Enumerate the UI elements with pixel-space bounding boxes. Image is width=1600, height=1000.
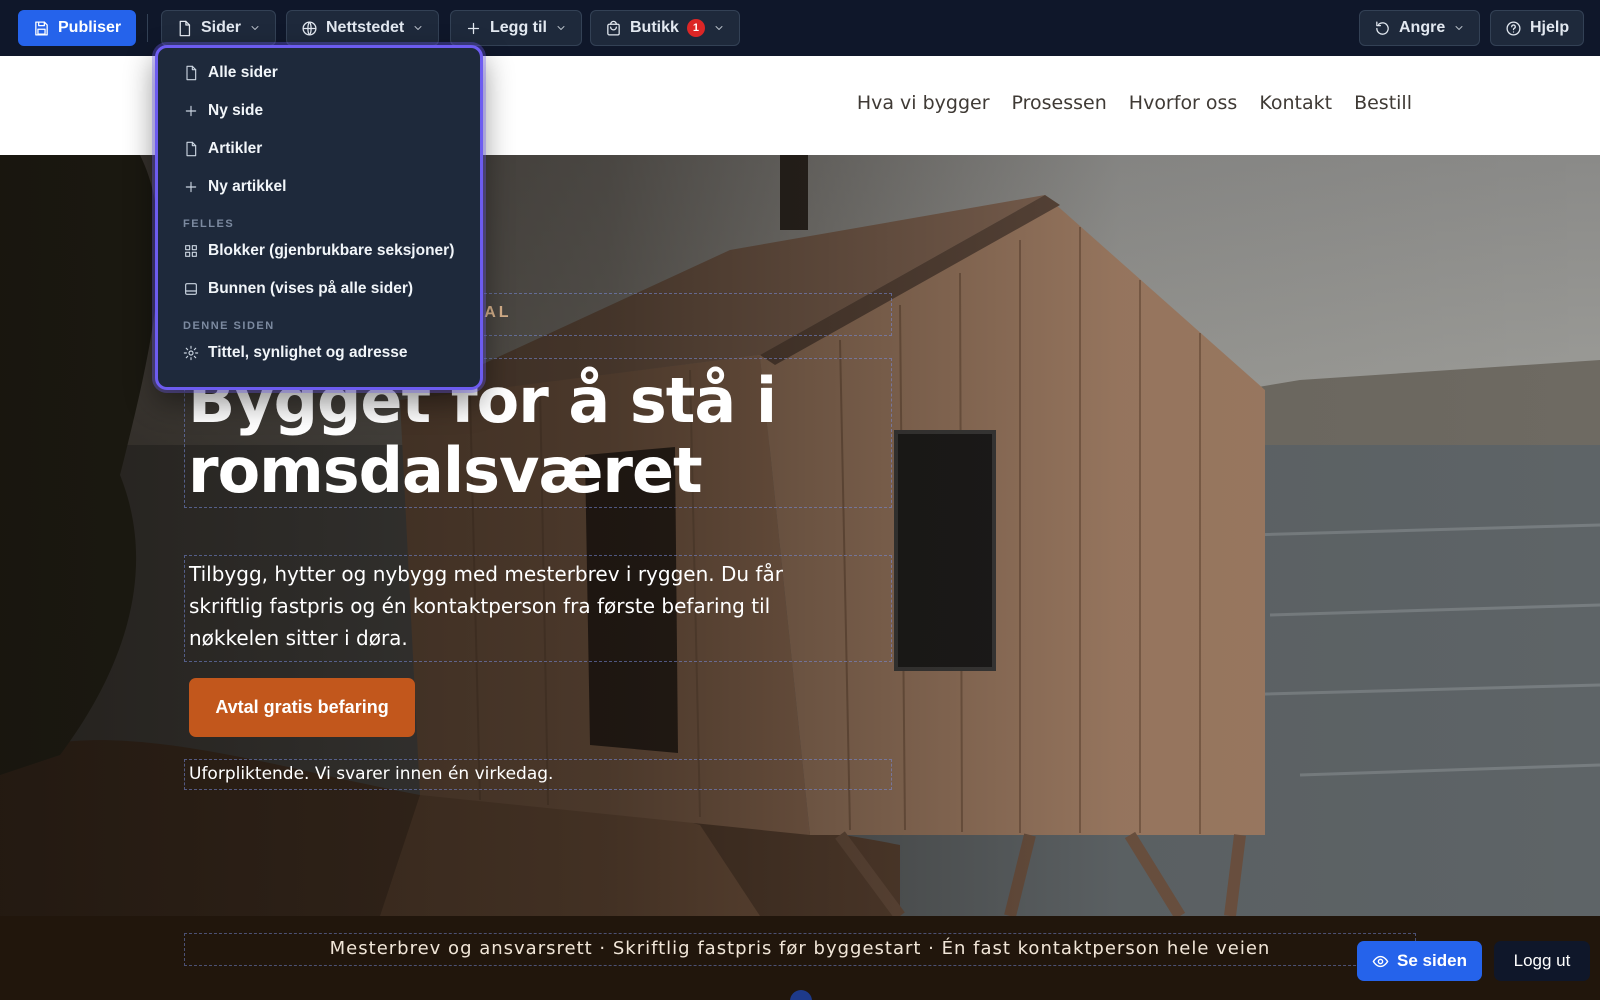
menu-section-this-page: DENNE SIDEN (183, 320, 275, 332)
publish-button[interactable]: Publiser (18, 10, 137, 46)
website-label: Nettstedet (326, 19, 405, 36)
undo-menu-button[interactable]: Angre (1359, 10, 1481, 46)
scroll-indicator[interactable] (790, 990, 812, 1000)
toolbar-divider (147, 14, 148, 42)
logout-button[interactable]: Logg ut (1494, 941, 1590, 981)
eye-icon (1372, 955, 1389, 967)
view-page-button[interactable]: Se siden (1357, 941, 1482, 981)
pages-menu-button[interactable]: Sider (161, 10, 277, 46)
add-menu-button[interactable]: Legg til (450, 10, 582, 46)
undo-label: Angre (1399, 19, 1446, 36)
hero-note: Uforpliktende. Vi svarer innen én virked… (189, 764, 554, 784)
footer-layout-icon (185, 283, 197, 295)
globe-icon (302, 20, 317, 36)
menu-item-articles[interactable]: Artikler (158, 130, 480, 168)
help-label: Hjelp (1530, 19, 1570, 36)
nav-link-why-us[interactable]: Hvorfor oss (1129, 92, 1238, 114)
plus-icon (467, 22, 480, 34)
menu-item-new-article[interactable]: Ny artikkel (158, 168, 480, 206)
page-icon (179, 20, 191, 36)
help-icon (1506, 20, 1521, 36)
grid-icon (185, 245, 197, 257)
pages-label: Sider (201, 19, 242, 36)
menu-item-label: Ny side (208, 102, 264, 119)
menu-item-blocks[interactable]: Blokker (gjenbrukbare seksjoner) (158, 232, 480, 270)
menu-item-label: Alle sider (208, 64, 278, 81)
menu-item-page-settings[interactable]: Tittel, synlighet og adresse (158, 334, 480, 372)
view-page-label: Se siden (1397, 951, 1467, 970)
nav-link-order[interactable]: Bestill (1354, 92, 1412, 114)
menu-item-footer[interactable]: Bunnen (vises på alle sider) (158, 270, 480, 308)
page-icon (186, 141, 197, 157)
page-icon (186, 65, 197, 81)
notification-badge: 1 (686, 19, 705, 37)
book-inspection-button[interactable]: Avtal gratis befaring (189, 678, 415, 737)
menu-item-label: Bunnen (vises på alle sider) (208, 280, 414, 297)
publish-label: Publiser (58, 19, 122, 36)
menu-item-all-pages[interactable]: Alle sider (158, 54, 480, 92)
nav-link-what-we-build[interactable]: Hva vi bygger (857, 92, 990, 114)
shopping-bag-icon (607, 20, 620, 36)
chevron-down-icon (557, 26, 565, 30)
plus-icon (185, 105, 197, 117)
undo-icon (1376, 20, 1389, 35)
pages-dropdown-menu: Alle sider Ny side Artikler Ny artikkel … (155, 45, 483, 390)
add-label: Legg til (490, 19, 547, 36)
hero-lead: Tilbygg, hytter og nybygg med mesterbrev… (189, 562, 783, 650)
site-nav: Hva vi bygger Prosessen Hvorfor oss Kont… (857, 92, 1412, 114)
shop-menu-button[interactable]: Butikk 1 (590, 10, 740, 46)
menu-item-label: Tittel, synlighet og adresse (208, 344, 408, 361)
chevron-down-icon (414, 26, 422, 30)
shop-label: Butikk (630, 19, 679, 36)
menu-item-label: Blokker (gjenbrukbare seksjoner) (208, 242, 455, 259)
help-button[interactable]: Hjelp (1490, 10, 1585, 46)
menu-item-new-page[interactable]: Ny side (158, 92, 480, 130)
website-menu-button[interactable]: Nettstedet (286, 10, 440, 46)
plus-icon (185, 181, 197, 193)
chevron-down-icon (715, 26, 723, 30)
menu-item-label: Ny artikkel (208, 178, 287, 195)
gear-icon (183, 345, 199, 361)
menu-item-label: Artikler (208, 140, 263, 157)
chevron-down-icon (1455, 26, 1463, 30)
nav-link-contact[interactable]: Kontakt (1259, 92, 1332, 114)
chevron-down-icon (251, 26, 259, 30)
menu-section-shared: FELLES (183, 218, 235, 230)
save-icon (35, 20, 48, 36)
nav-link-process[interactable]: Prosessen (1012, 92, 1107, 114)
